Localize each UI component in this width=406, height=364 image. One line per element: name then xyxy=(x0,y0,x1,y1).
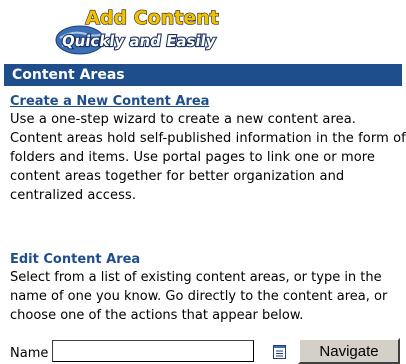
name-label: Name xyxy=(10,346,49,361)
content-areas-header: Content Areas xyxy=(4,64,402,86)
edit-description: Select from a list of existing content a… xyxy=(10,270,388,323)
add-content-logo: Add Content Quickly and Easily xyxy=(52,4,222,56)
name-input[interactable] xyxy=(52,340,254,362)
create-content-area-link[interactable]: Create a New Content Area xyxy=(10,94,209,110)
section-title: Content Areas xyxy=(12,67,125,83)
create-description: Use a one-step wizard to create a new co… xyxy=(10,112,406,203)
logo-line2: Quickly and Easily xyxy=(61,32,217,50)
add-content-logo-graphic: Add Content Quickly and Easily xyxy=(55,6,219,55)
edit-content-area-title: Edit Content Area xyxy=(10,252,141,267)
logo-line1: Add Content xyxy=(85,7,219,29)
navigate-button[interactable]: Navigate xyxy=(298,338,400,364)
list-icon[interactable] xyxy=(273,344,286,359)
list-icon-graphic xyxy=(273,345,286,359)
